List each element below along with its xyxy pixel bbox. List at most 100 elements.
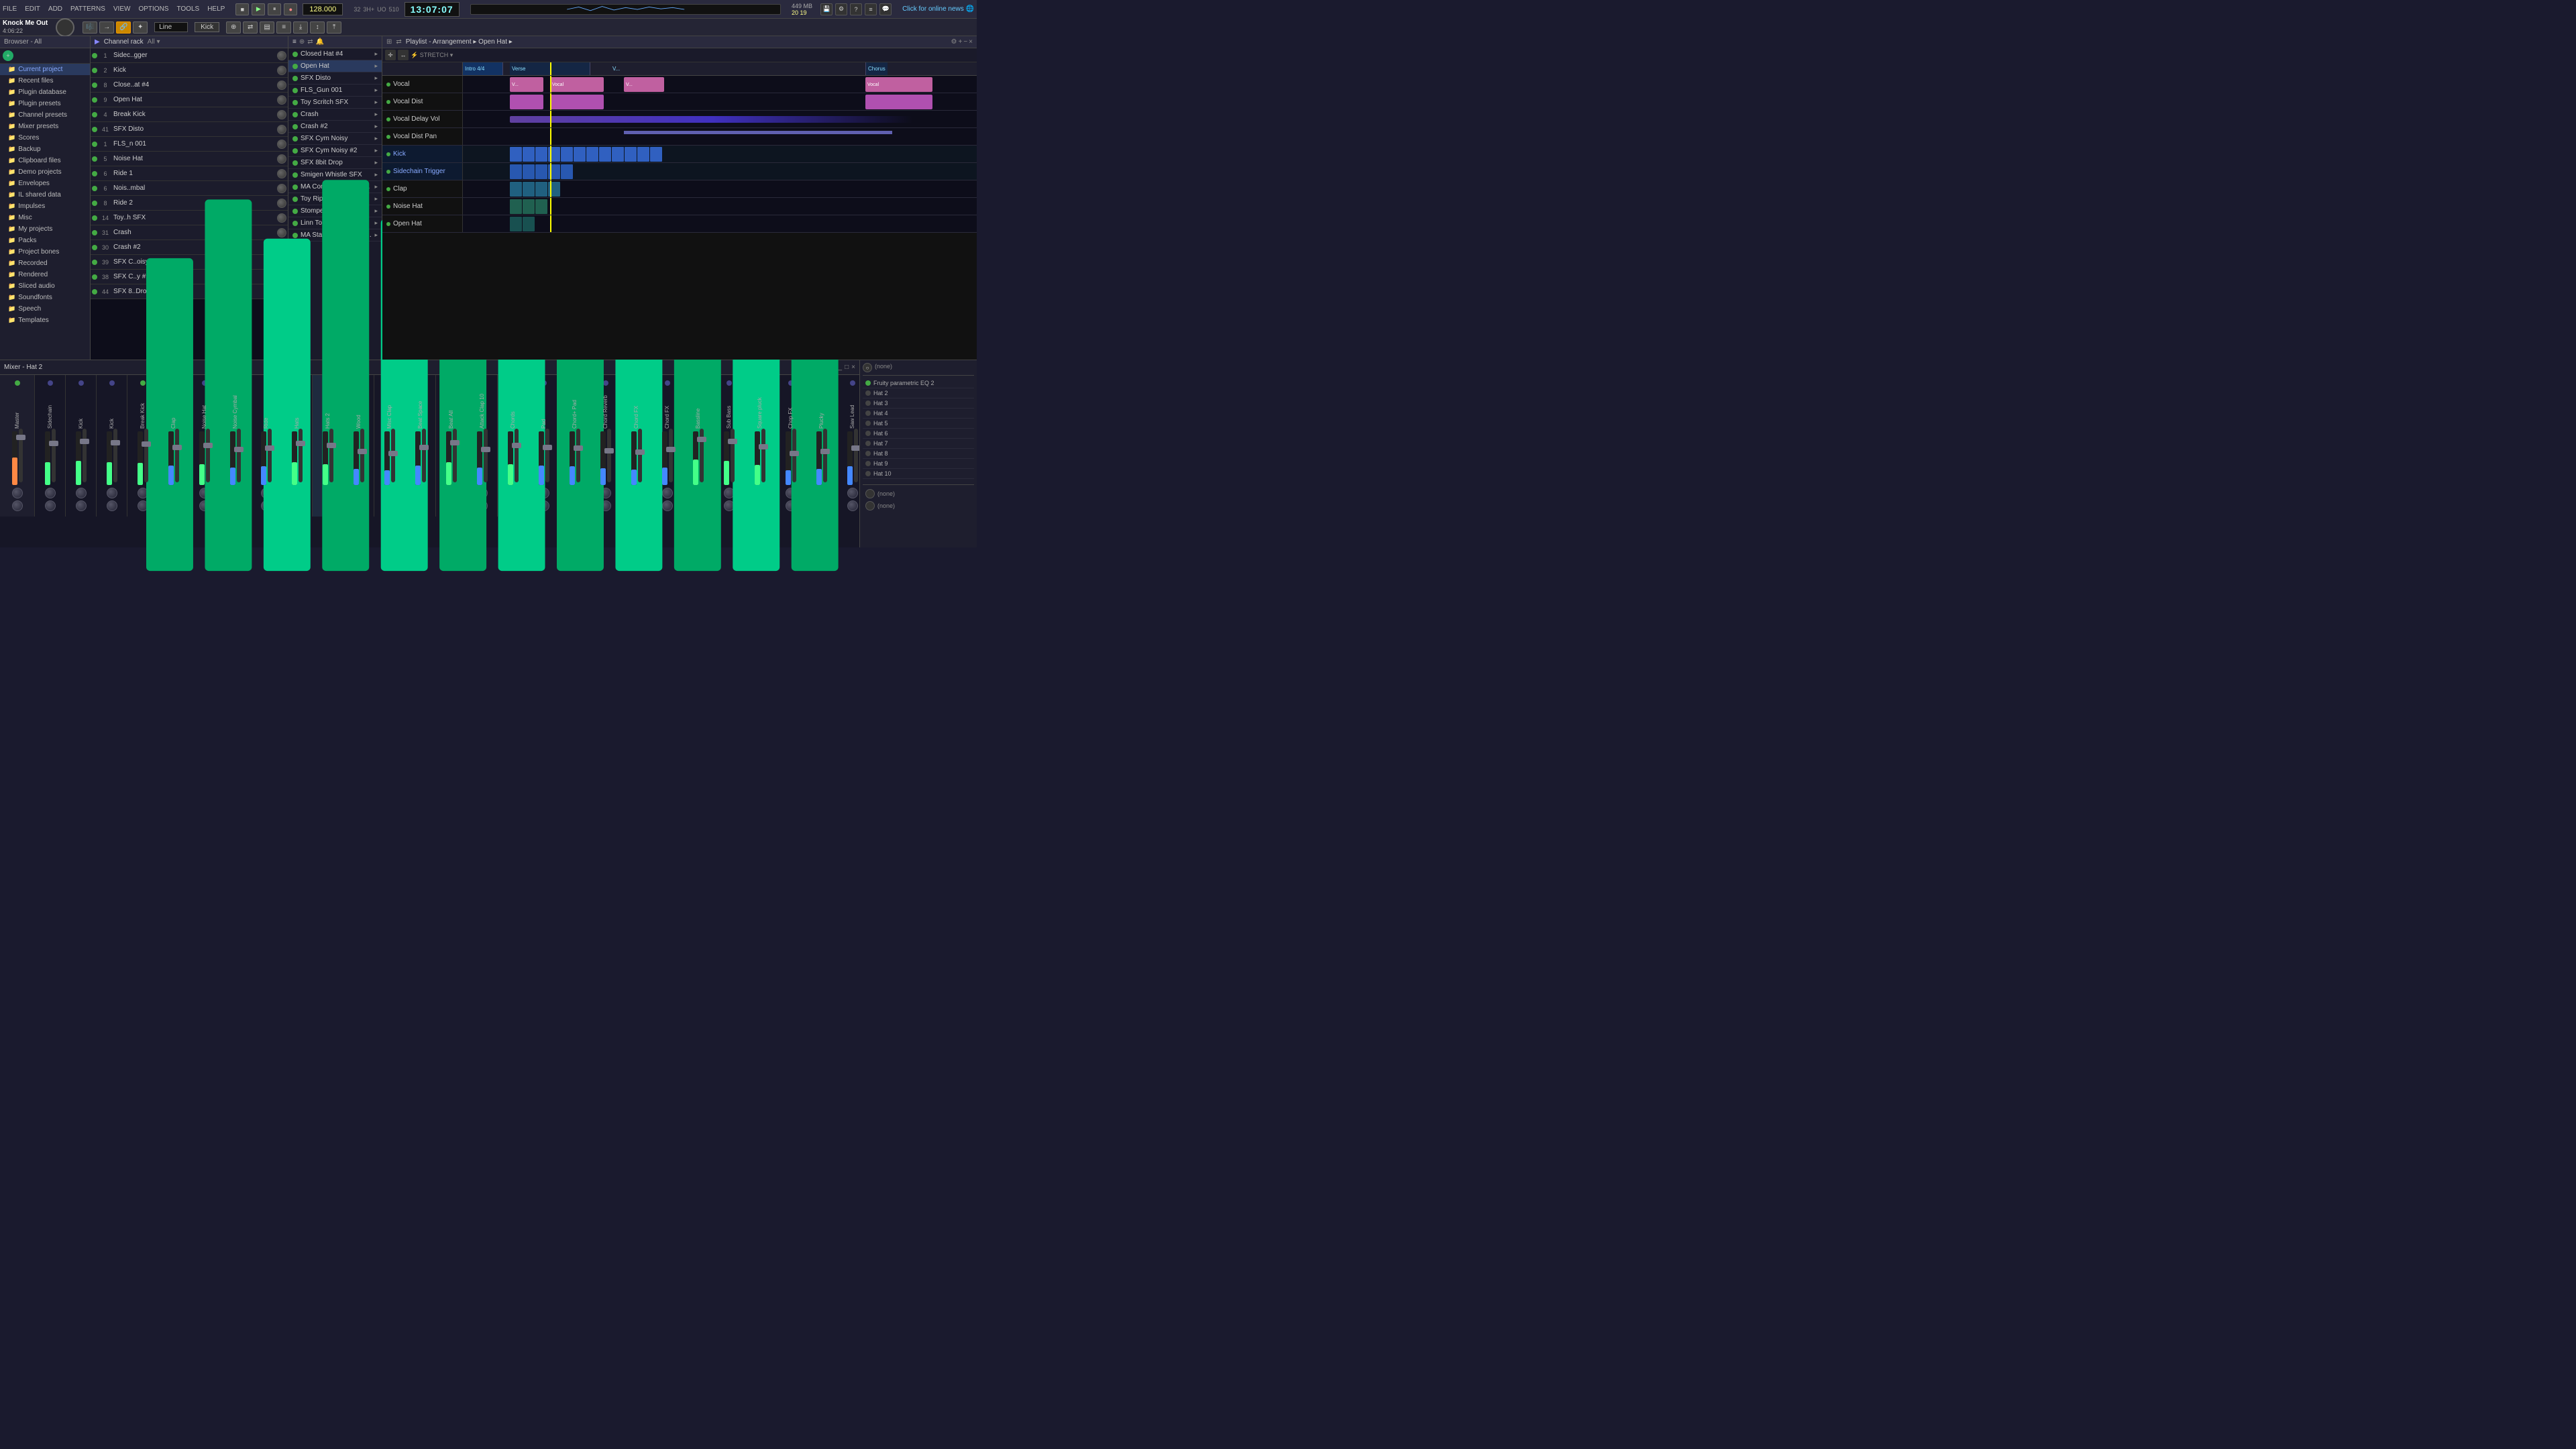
stop-button[interactable]: ■: [235, 3, 249, 15]
menu-options[interactable]: OPTIONS: [138, 5, 168, 13]
inst-expand[interactable]: ▸: [374, 99, 378, 106]
fader-track-10[interactable]: [329, 429, 333, 482]
tool-7[interactable]: ⤒: [327, 21, 341, 34]
tool-4[interactable]: ≡: [276, 21, 291, 34]
fader-thumb-1[interactable]: [49, 441, 58, 446]
fader-track-8[interactable]: [268, 429, 272, 482]
channel-led[interactable]: [92, 112, 97, 117]
mixer-toggle-button[interactable]: ≡: [865, 3, 877, 15]
sidebar-item-plugin-database[interactable]: 📁Plugin database: [0, 87, 90, 98]
sidebar-item-plugin-presets[interactable]: 📁Plugin presets: [0, 98, 90, 109]
stretch-button[interactable]: ↔: [398, 50, 409, 60]
fader-thumb-27[interactable]: [851, 445, 860, 451]
star-button[interactable]: ✦: [133, 21, 148, 34]
channel-led[interactable]: [92, 127, 97, 132]
kick-clip[interactable]: [523, 147, 535, 162]
channel-row-sidec..gger[interactable]: 1 Sidec..gger: [91, 48, 288, 63]
menu-edit[interactable]: EDIT: [25, 5, 40, 13]
sidebar-item-channel-presets[interactable]: 📁Channel presets: [0, 109, 90, 121]
fader-track-13[interactable]: [422, 429, 426, 482]
fader-track-20[interactable]: [638, 429, 642, 482]
instrument-item-3[interactable]: FLS_Gun 001 ▸: [288, 85, 382, 97]
channel-volume-knob[interactable]: [277, 125, 286, 134]
channel-led[interactable]: [92, 97, 97, 103]
fader-track-16[interactable]: [515, 429, 519, 482]
arrow-button[interactable]: →: [99, 21, 114, 34]
menu-tools[interactable]: TOOLS: [176, 5, 199, 13]
fader-track-22[interactable]: [700, 429, 704, 482]
channel-volume-knob[interactable]: [277, 51, 286, 60]
instrument-item-6[interactable]: Crash #2 ▸: [288, 121, 382, 133]
clip-vocal-2[interactable]: Vocal: [550, 77, 604, 92]
tool-3[interactable]: ▤: [260, 21, 274, 34]
kick-clip[interactable]: [612, 147, 624, 162]
fader-track-21[interactable]: [669, 429, 673, 482]
sidebar-item-recent-files[interactable]: 📁Recent files: [0, 75, 90, 87]
clip-vd-chorus[interactable]: [865, 95, 932, 109]
fader-thumb-26[interactable]: [820, 449, 830, 454]
fader-thumb-12[interactable]: [388, 451, 398, 456]
crosshair-button[interactable]: ✛: [385, 50, 396, 60]
channel-row-close..at-#4[interactable]: 8 Close..at #4: [91, 78, 288, 93]
playlist-close[interactable]: ×: [969, 38, 973, 46]
fader-thumb-19[interactable]: [604, 448, 614, 453]
add-button[interactable]: +: [3, 50, 13, 61]
fader-track-14[interactable]: [453, 429, 457, 482]
kick-clip[interactable]: [510, 147, 522, 162]
fader-track-25[interactable]: [792, 429, 796, 482]
instrument-item-5[interactable]: Crash ▸: [288, 109, 382, 121]
sidebar-item-current-project[interactable]: 📁Current project: [0, 64, 90, 75]
channel-volume-knob[interactable]: [277, 80, 286, 90]
fader-track-27[interactable]: [854, 429, 858, 482]
fader-track-23[interactable]: [731, 429, 735, 482]
menu-file[interactable]: FILE: [3, 5, 17, 13]
fader-track-7[interactable]: [237, 429, 241, 482]
playlist-zoom-in[interactable]: +: [958, 38, 962, 46]
fader-track-3[interactable]: [113, 429, 117, 482]
fader-track-18[interactable]: [576, 429, 580, 482]
fader-thumb-8[interactable]: [265, 445, 274, 451]
channel-led[interactable]: [92, 68, 97, 73]
channel-volume-knob[interactable]: [277, 66, 286, 75]
channel-row-break-kick[interactable]: 4 Break Kick: [91, 107, 288, 122]
settings-button[interactable]: ⚙: [835, 3, 847, 15]
master-knob[interactable]: [56, 18, 74, 37]
fader-track-5[interactable]: [175, 429, 179, 482]
kick-selector[interactable]: Kick: [195, 22, 219, 32]
fader-thumb-17[interactable]: [543, 445, 552, 450]
tool-6[interactable]: ↕: [310, 21, 325, 34]
inst-expand[interactable]: ▸: [374, 123, 378, 130]
fader-thumb-22[interactable]: [697, 437, 706, 442]
fader-thumb-10[interactable]: [327, 443, 336, 448]
fader-thumb-24[interactable]: [759, 444, 768, 449]
fader-thumb-9[interactable]: [296, 441, 305, 446]
fader-thumb-15[interactable]: [481, 447, 490, 452]
fader-thumb-0[interactable]: [16, 435, 25, 440]
fader-track-6[interactable]: [206, 429, 210, 482]
fader-thumb-11[interactable]: [358, 449, 367, 454]
clip-delay-envelope[interactable]: [510, 116, 912, 123]
pause-button[interactable]: ⏸: [268, 3, 281, 15]
fader-thumb-13[interactable]: [419, 445, 429, 450]
instrument-item-2[interactable]: SFX Disto ▸: [288, 72, 382, 85]
tool-1[interactable]: ⊕: [226, 21, 241, 34]
kick-clip[interactable]: [586, 147, 598, 162]
fader-thumb-25[interactable]: [790, 451, 799, 456]
fader-track-15[interactable]: [484, 429, 488, 482]
save-button[interactable]: 💾: [820, 3, 833, 15]
menu-help[interactable]: HELP: [207, 5, 225, 13]
fader-thumb-3[interactable]: [111, 440, 120, 445]
fader-track-17[interactable]: [545, 429, 549, 482]
menu-view[interactable]: VIEW: [113, 5, 131, 13]
instrument-item-0[interactable]: Closed Hat #4 ▸: [288, 48, 382, 60]
channel-row-sfx-disto[interactable]: 41 SFX Disto: [91, 122, 288, 137]
channel-volume-knob[interactable]: [277, 110, 286, 119]
fader-track-12[interactable]: [391, 429, 395, 482]
instrument-item-1[interactable]: Open Hat ▸: [288, 60, 382, 72]
fader-track-11[interactable]: [360, 429, 364, 482]
fader-track-9[interactable]: [299, 429, 303, 482]
line-selector[interactable]: Line: [154, 22, 188, 32]
clip-pan-1[interactable]: [624, 131, 892, 134]
fader-thumb-7[interactable]: [234, 447, 244, 452]
channel-row-open-hat[interactable]: 9 Open Hat: [91, 93, 288, 107]
